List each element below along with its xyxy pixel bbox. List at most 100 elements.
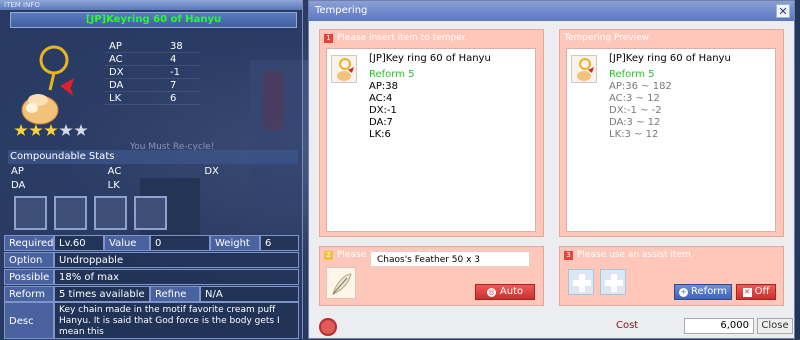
stat-line: LK:6 bbox=[369, 129, 391, 140]
stat-row-ac: AC 4 bbox=[105, 53, 200, 66]
desc-value: Key chain made in the motif favorite cre… bbox=[54, 302, 299, 339]
step-badge: 3 bbox=[564, 250, 573, 260]
compound-slot[interactable] bbox=[94, 196, 127, 230]
item-stats: AP 38 AC 4 DX -1 DA 7 LK 6 bbox=[105, 40, 200, 105]
possible-value: 18% of max bbox=[54, 269, 299, 285]
required-value: Lv.60 bbox=[54, 235, 104, 251]
keyring-icon bbox=[571, 55, 597, 83]
reform-button[interactable]: + Reform bbox=[674, 284, 732, 300]
stat-value: 6 bbox=[170, 93, 177, 104]
stat-label: AP bbox=[109, 41, 122, 52]
box-label: Tempering Preview bbox=[564, 33, 650, 43]
keyring-icon bbox=[331, 55, 357, 83]
box-header: 1 Please insert item to temper. bbox=[320, 30, 543, 46]
feather-icon[interactable] bbox=[326, 267, 356, 299]
details-row: Possible 18% of max bbox=[4, 269, 299, 285]
reform-count: Reform 5 bbox=[369, 69, 415, 80]
desc-label: Desc bbox=[4, 302, 54, 339]
refine-label: Refine bbox=[150, 286, 200, 302]
stat-label: AC bbox=[109, 54, 123, 65]
stat-row-da: DA 7 bbox=[105, 79, 200, 92]
stat-value: -1 bbox=[170, 67, 180, 78]
stat-line: DX:-1 ~ -2 bbox=[609, 105, 662, 116]
item-info-title: ITEM INFO bbox=[4, 1, 40, 9]
stat-line: DA:7 bbox=[369, 117, 393, 128]
step-badge: 2 bbox=[324, 250, 333, 260]
stat-line: AC:3 ~ 12 bbox=[609, 93, 660, 104]
needed-item-name: Chaos's Feather 50 x 3 bbox=[370, 251, 530, 267]
stat-line: DX:-1 bbox=[369, 105, 397, 116]
close-button[interactable]: Close bbox=[757, 318, 793, 334]
close-icon[interactable]: ✕ bbox=[776, 4, 790, 18]
preview-item-name: [JP]Key ring 60 of Hanyu bbox=[609, 53, 731, 64]
assist-slot-2[interactable] bbox=[600, 269, 626, 295]
stat-row-lk: LK 6 bbox=[105, 92, 200, 105]
tempering-preview-box: Tempering Preview [JP]Key ring 60 of Han… bbox=[559, 29, 784, 237]
box-label: Please use an assist item. bbox=[577, 250, 694, 260]
stat-label: DA bbox=[109, 80, 124, 91]
weight-label: Weight bbox=[210, 235, 260, 251]
tempering-title: Tempering bbox=[315, 5, 368, 16]
temper-item-name: [JP]Key ring 60 of Hanyu bbox=[369, 53, 491, 64]
reform-value: 5 times available bbox=[54, 286, 150, 302]
compoundable-title: Compoundable Stats bbox=[8, 150, 298, 164]
temper-item-slot[interactable]: [JP]Key ring 60 of Hanyu Reform 5 AP:38 … bbox=[326, 48, 536, 232]
stat-row-ap: AP 38 bbox=[105, 40, 200, 53]
stat-row-dx: DX -1 bbox=[105, 66, 200, 79]
compound-slot[interactable] bbox=[14, 196, 47, 230]
temper-item-stats: [JP]Key ring 60 of Hanyu Reform 5 AP:38 … bbox=[369, 53, 534, 141]
comp-row: DA LK bbox=[8, 179, 298, 193]
cost-row: Cost 6,000 Close bbox=[319, 318, 793, 336]
comp-cell: DX bbox=[204, 166, 219, 177]
details-row: Required Lv.60 Value 0 Weight 6 bbox=[4, 235, 299, 251]
stat-line: AP:38 bbox=[369, 81, 398, 92]
required-label: Required bbox=[4, 235, 54, 251]
auto-label: Auto bbox=[499, 286, 524, 297]
off-button[interactable]: ✕ Off bbox=[736, 284, 776, 300]
star-rating bbox=[14, 124, 88, 137]
cost-label: Cost bbox=[616, 320, 639, 331]
needed-item-box: 2 Please insert needed item. Chaos's Fea… bbox=[319, 246, 544, 306]
comp-cell bbox=[201, 179, 298, 193]
star-icon bbox=[44, 124, 58, 136]
auto-icon: ◎ bbox=[486, 288, 496, 297]
value-value: 0 bbox=[150, 235, 210, 251]
preview-stats: [JP]Key ring 60 of Hanyu Reform 5 AP:36 … bbox=[609, 53, 774, 141]
refine-value: N/A bbox=[200, 286, 299, 302]
assist-slot-1[interactable] bbox=[568, 269, 594, 295]
x-icon: ✕ bbox=[742, 288, 752, 297]
compoundable-grid: AP AC DX DA LK bbox=[8, 165, 298, 193]
stat-label: LK bbox=[109, 93, 122, 104]
stat-line: LK:3 ~ 12 bbox=[609, 129, 659, 140]
reform-label: Reform bbox=[691, 286, 727, 297]
stat-line: AC:4 bbox=[369, 93, 393, 104]
item-details: Required Lv.60 Value 0 Weight 6 Option U… bbox=[4, 235, 299, 303]
item-info-panel: ITEM INFO [JP]Keyring 60 of Hanyu AP 38 A… bbox=[0, 0, 303, 339]
comp-cell: AP bbox=[11, 166, 24, 177]
compound-slot[interactable] bbox=[54, 196, 87, 230]
keyring-icon bbox=[10, 38, 100, 138]
money-bag-icon bbox=[319, 318, 337, 336]
box-header: 3 Please use an assist item. bbox=[560, 247, 783, 263]
auto-button[interactable]: ◎ Auto bbox=[475, 284, 535, 300]
preview-content: [JP]Key ring 60 of Hanyu Reform 5 AP:36 … bbox=[566, 48, 776, 232]
description-row: Desc Key chain made in the motif favorit… bbox=[4, 302, 299, 339]
tempering-window: Tempering ✕ 1 Please insert item to temp… bbox=[308, 0, 795, 339]
cost-value: 6,000 bbox=[684, 318, 754, 334]
reform-count: Reform 5 bbox=[609, 69, 655, 80]
stat-line: DA:3 ~ 12 bbox=[609, 117, 661, 128]
assist-item-box: 3 Please use an assist item. + Reform ✕ Of… bbox=[559, 246, 784, 306]
compound-slot[interactable] bbox=[134, 196, 167, 230]
reform-label: Reform bbox=[4, 286, 54, 302]
plus-icon: + bbox=[679, 288, 689, 297]
details-row: Option Undroppable bbox=[4, 252, 299, 268]
option-value: Undroppable bbox=[54, 252, 299, 268]
step-badge: 1 bbox=[324, 33, 333, 43]
weight-value: 6 bbox=[260, 235, 299, 251]
box-label: Please insert item to temper. bbox=[337, 33, 468, 43]
star-empty-icon bbox=[59, 124, 73, 136]
possible-label: Possible bbox=[4, 269, 54, 285]
star-icon bbox=[29, 124, 43, 136]
compound-slots bbox=[14, 196, 167, 230]
details-row: Reform 5 times available Refine N/A bbox=[4, 286, 299, 302]
